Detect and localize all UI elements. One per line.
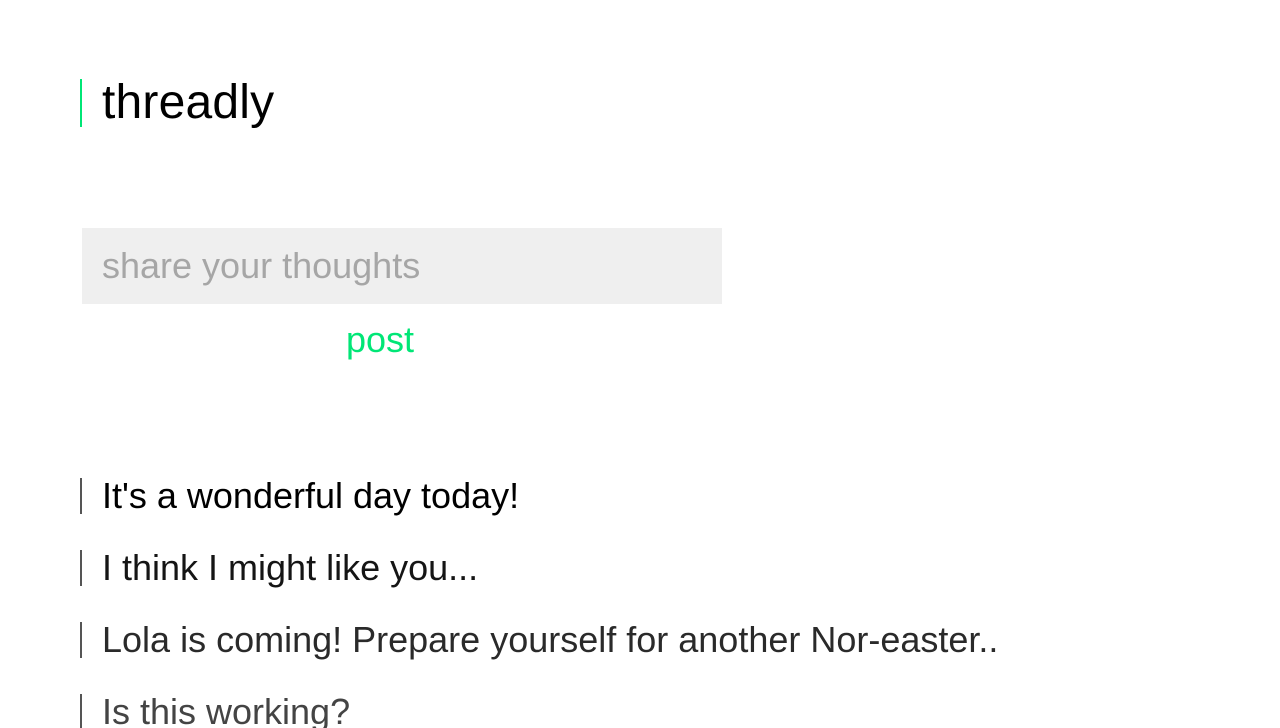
app-header: threadly	[80, 78, 274, 128]
thread-item[interactable]: It's a wonderful day today!	[80, 473, 998, 519]
thread-text: I think I might like you...	[102, 547, 479, 588]
post-button[interactable]: post	[82, 318, 678, 362]
app-root: threadly post It's a wonderful day today…	[0, 0, 1280, 728]
share-thoughts-input[interactable]	[82, 228, 722, 304]
thread-list: It's a wonderful day today! I think I mi…	[80, 473, 998, 728]
thread-item[interactable]: Lola is coming! Prepare yourself for ano…	[80, 617, 998, 663]
thread-text: It's a wonderful day today!	[102, 475, 520, 516]
brand-accent-bar	[80, 79, 82, 127]
thread-text: Is this working?	[102, 691, 351, 728]
thread-item[interactable]: Is this working?	[80, 689, 998, 728]
app-title: threadly	[102, 76, 275, 129]
thread-bar	[80, 622, 82, 658]
thread-text: Lola is coming! Prepare yourself for ano…	[102, 619, 999, 660]
thread-item[interactable]: I think I might like you...	[80, 545, 998, 591]
thread-bar	[80, 478, 82, 514]
thread-bar	[80, 694, 82, 728]
thread-bar	[80, 550, 82, 586]
